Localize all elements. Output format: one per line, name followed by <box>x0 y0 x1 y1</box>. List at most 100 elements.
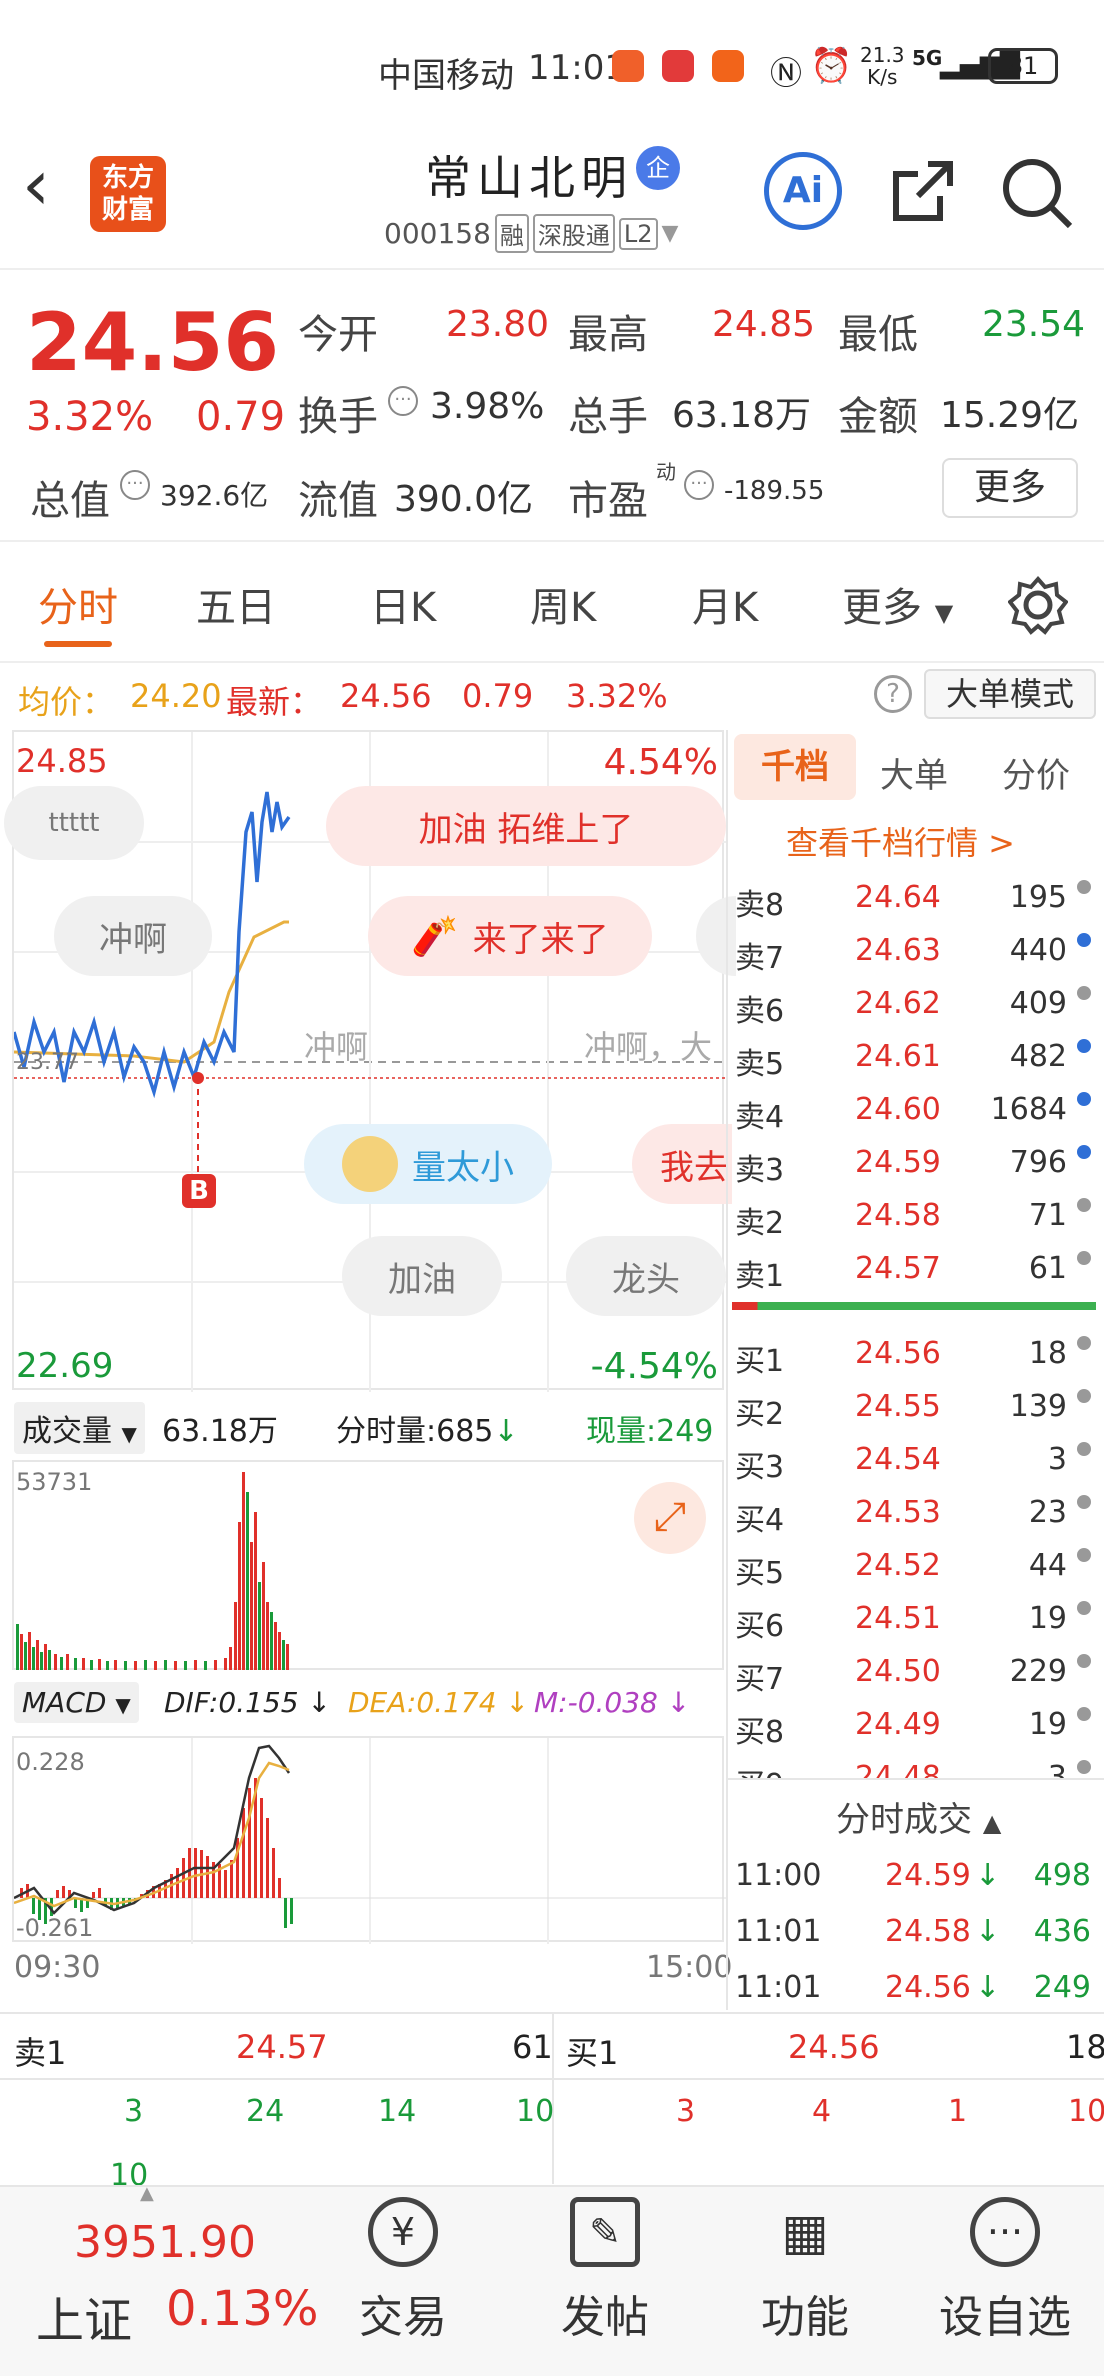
status-dot-icon <box>1077 1654 1091 1668</box>
tab-more[interactable]: 更多 ▼ <box>842 575 953 633</box>
trades-title[interactable]: 分时成交 ▲ <box>836 1792 1001 1841</box>
bid-row[interactable]: 买2 24.55 139 <box>735 1381 1095 1434</box>
bid-row[interactable]: 买6 24.51 19 <box>735 1593 1095 1646</box>
volume-header: 成交量 ▼ 63.18万 分时量:685↓ 现量:249 <box>12 1392 724 1460</box>
tab-big-orders[interactable]: 大单 <box>880 748 948 797</box>
sell-queue-item: 24 <box>246 2094 285 2129</box>
bid-row[interactable]: 买7 24.50 229 <box>735 1646 1095 1699</box>
bid-row[interactable]: 买5 24.52 44 <box>735 1540 1095 1593</box>
macd-dea: DEA:0.174 ↓ <box>348 1686 529 1719</box>
ask-row[interactable]: 卖8 24.64 195 <box>735 872 1095 925</box>
mktcap-label: 总值 <box>30 478 110 524</box>
tab-five-day[interactable]: 五日 <box>196 575 276 633</box>
tab-depth[interactable]: 千档 <box>734 734 856 800</box>
volume-selector[interactable]: 成交量 ▼ <box>14 1402 145 1454</box>
tab-intraday[interactable]: 分时 <box>38 575 118 633</box>
pct-value: 3.32% <box>566 677 668 715</box>
volume-chart[interactable]: 53731 ⤢ <box>12 1460 724 1670</box>
ask-row[interactable]: 卖4 24.60 1684 <box>735 1084 1095 1137</box>
float-value: 390.0亿 <box>394 479 534 520</box>
danmaku-item[interactable]: 冲啊 <box>54 896 212 976</box>
open-value: 23.80 <box>446 304 550 345</box>
trade-price: 24.56 <box>885 1970 971 2005</box>
tab-daily-k[interactable]: 日K <box>370 575 436 633</box>
rabbit-avatar-icon <box>342 1136 398 1192</box>
ask-row[interactable]: 卖7 24.63 440 <box>735 925 1095 978</box>
bid-price: 24.51 <box>855 1601 941 1636</box>
danmaku-item[interactable]: 🧨 来了来了 <box>368 896 652 976</box>
danmaku-item[interactable]: 冲啊，大 <box>584 1022 726 1068</box>
info-icon[interactable]: ··· <box>120 470 150 500</box>
help-icon[interactable]: ? <box>874 675 912 713</box>
danmaku-item[interactable]: 冲啊 <box>304 1022 368 1068</box>
danmaku-item[interactable]: 我去 <box>632 1124 732 1204</box>
intraday-chart[interactable]: 24.85 4.54% 22.69 -4.54% 23.77 B ttttt 加… <box>4 730 736 1392</box>
danmaku-item[interactable]: 加油 拓维上了 <box>326 786 726 866</box>
ai-button[interactable]: Ai <box>764 152 842 230</box>
index-value[interactable]: 3951.90 <box>74 2217 256 2268</box>
amount-label: 金额 <box>838 394 918 440</box>
index-name[interactable]: 上证 <box>36 2281 132 2351</box>
ask-price: 24.57 <box>855 1251 941 1286</box>
expand-icon[interactable]: ⤢ <box>634 1482 706 1554</box>
battery-icon: 81 <box>988 48 1058 84</box>
tab-weekly-k[interactable]: 周K <box>530 575 596 633</box>
chevron-up-icon[interactable]: ▲ <box>140 2183 154 2204</box>
nav-trade[interactable]: ¥ 交易 <box>318 2197 488 2345</box>
bid-price: 24.50 <box>855 1654 941 1689</box>
share-icon[interactable] <box>888 156 958 226</box>
top-price-label: 24.85 <box>16 742 108 780</box>
index-pct[interactable]: 0.13% <box>166 2281 318 2337</box>
alarm-icon: ⏰ <box>810 46 853 86</box>
danmaku-item[interactable]: 龙头 <box>566 1236 726 1316</box>
status-dot-icon <box>1077 1198 1091 1212</box>
nav-add-watchlist[interactable]: ··· 设自选 <box>920 2197 1090 2345</box>
back-icon[interactable]: ‹ <box>22 150 50 220</box>
danmaku-item[interactable]: 加油 <box>342 1236 502 1316</box>
bid-row[interactable]: 买4 24.53 23 <box>735 1487 1095 1540</box>
nav-add-watchlist-label: 设自选 <box>939 2292 1071 2343</box>
danmaku-item[interactable]: ttttt <box>4 786 144 860</box>
info-bar: 均价： 24.20 最新： 24.56 0.79 3.32% ? 大单模式 <box>0 665 1104 725</box>
stock-code-row[interactable]: 000158 融 深股通 L2 ▼ <box>384 214 678 253</box>
nav-post[interactable]: ✎ 发帖 <box>520 2197 690 2345</box>
bid-price: 24.55 <box>855 1389 941 1424</box>
bid-row[interactable]: 买9 24.48 3 <box>735 1752 1095 1778</box>
trade-volume: 498 <box>1033 1858 1091 1893</box>
bid-volume: 3 <box>1047 1760 1067 1778</box>
search-icon[interactable] <box>1000 156 1076 232</box>
nav-functions[interactable]: ▦ 功能 <box>720 2197 890 2345</box>
info-icon[interactable]: ··· <box>684 470 714 500</box>
buy-marker[interactable]: B <box>182 1174 216 1208</box>
macd-selector[interactable]: MACD ▼ <box>14 1682 139 1723</box>
l1-buy-price: 24.56 <box>788 2028 880 2066</box>
tab-price-distribution[interactable]: 分价 <box>1002 748 1070 797</box>
bid-volume: 229 <box>1009 1654 1067 1689</box>
tab-monthly-k[interactable]: 月K <box>692 575 758 633</box>
more-button[interactable]: 更多 <box>942 458 1078 518</box>
info-icon[interactable]: ··· <box>388 386 418 416</box>
mktcap-value: 392.6亿 <box>160 479 269 512</box>
gear-icon[interactable] <box>1008 575 1068 635</box>
bid-volume: 19 <box>1028 1707 1067 1742</box>
ask-row[interactable]: 卖2 24.58 71 <box>735 1190 1095 1243</box>
big-order-mode-button[interactable]: 大单模式 <box>924 669 1096 719</box>
app-logo[interactable]: 东方 财富 <box>90 156 166 232</box>
macd-chart[interactable]: 0.228 -0.261 <box>12 1736 726 1944</box>
trade-volume: 249 <box>1033 1970 1091 2005</box>
arrow-down-icon: ↓ <box>975 1914 1001 1949</box>
ask-row[interactable]: 卖6 24.62 409 <box>735 978 1095 1031</box>
ask-row[interactable]: 卖5 24.61 482 <box>735 1031 1095 1084</box>
status-dot-icon <box>1077 986 1091 1000</box>
bid-row[interactable]: 买8 24.49 19 <box>735 1699 1095 1752</box>
depth-link[interactable]: 查看千档行情 > <box>786 818 1015 864</box>
danmaku-item[interactable]: 量太小 <box>304 1124 552 1204</box>
ask-row[interactable]: 卖1 24.57 61 <box>735 1243 1095 1296</box>
bid-level: 买7 <box>735 1662 785 1697</box>
ask-level: 卖6 <box>735 994 785 1029</box>
status-dot-icon <box>1077 880 1091 894</box>
ask-level: 卖8 <box>735 888 785 923</box>
bid-row[interactable]: 买1 24.56 18 <box>735 1328 1095 1381</box>
ask-row[interactable]: 卖3 24.59 796 <box>735 1137 1095 1190</box>
bid-row[interactable]: 买3 24.54 3 <box>735 1434 1095 1487</box>
